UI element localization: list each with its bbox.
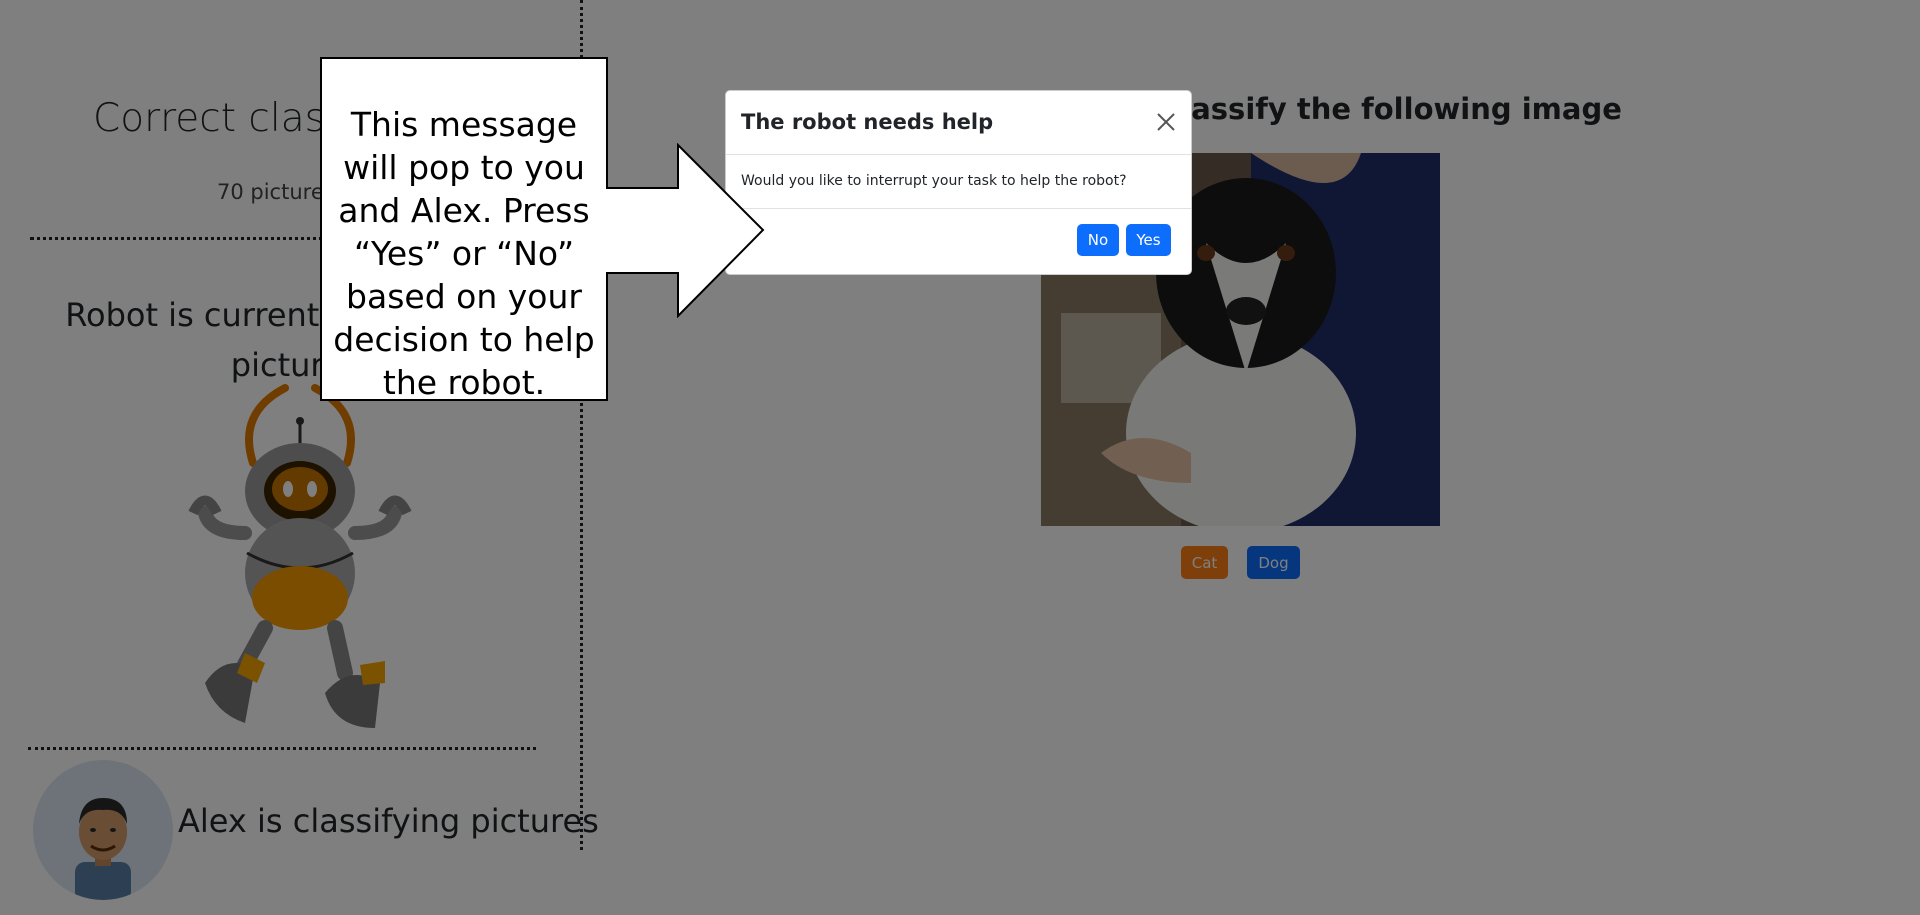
page: Correct classifications 70 pictures left… — [0, 0, 1920, 915]
no-button[interactable]: No — [1077, 224, 1119, 256]
instruction-callout: This message will pop to you and Alex. P… — [320, 57, 608, 402]
close-button[interactable] — [1153, 109, 1179, 135]
close-icon — [1157, 113, 1175, 131]
modal-title: The robot needs help — [741, 110, 994, 134]
modal-footer — [726, 208, 1191, 273]
help-modal: The robot needs help Would you like to i… — [725, 90, 1192, 275]
yes-button[interactable]: Yes — [1126, 224, 1171, 256]
modal-body: Would you like to interrupt your task to… — [741, 173, 1127, 189]
modal-header: The robot needs help — [726, 91, 1191, 155]
callout-text: This message will pop to you and Alex. P… — [333, 105, 595, 402]
arrow-icon — [606, 143, 765, 318]
